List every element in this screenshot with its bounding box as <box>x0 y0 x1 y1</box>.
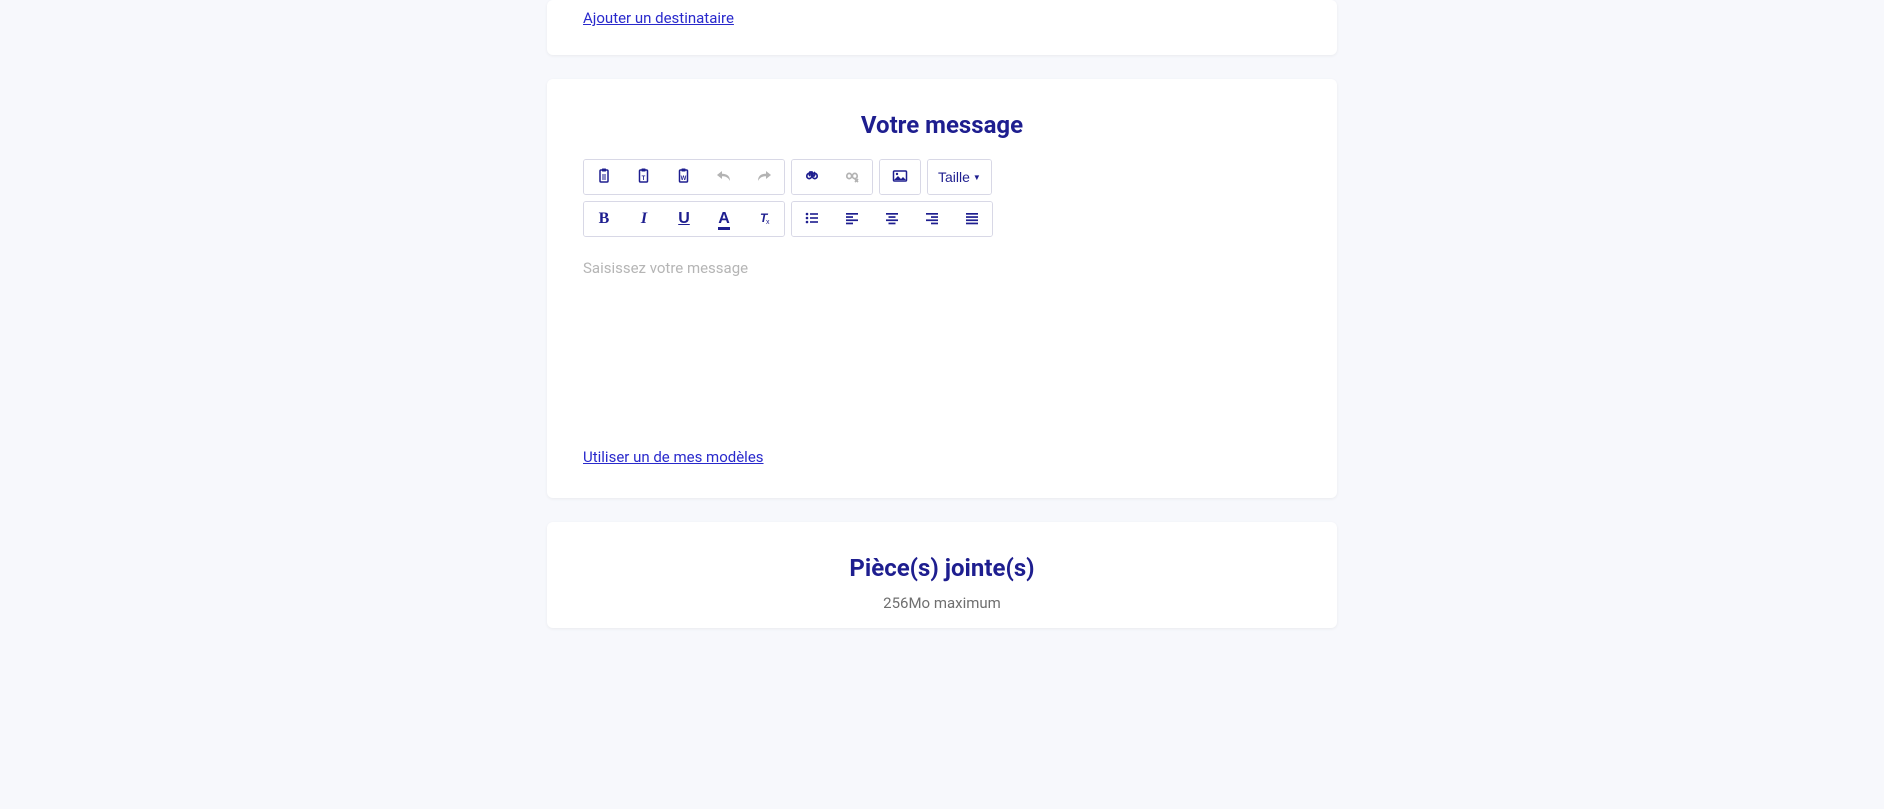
image-icon <box>892 168 908 187</box>
align-center-icon <box>884 210 900 229</box>
chevron-down-icon: ▼ <box>973 173 981 182</box>
message-heading: Votre message <box>583 111 1301 139</box>
align-justify-button[interactable] <box>952 202 992 236</box>
editor-toolbar: T W <box>583 159 1301 237</box>
message-card: Votre message T <box>547 79 1337 498</box>
bold-icon: B <box>599 210 610 228</box>
toolbar-group-size: Taille ▼ <box>927 159 992 195</box>
link-button[interactable] <box>792 160 832 194</box>
align-left-button[interactable] <box>832 202 872 236</box>
toolbar-group-image <box>879 159 921 195</box>
font-size-dropdown[interactable]: Taille ▼ <box>928 160 991 194</box>
add-recipient-link[interactable]: Ajouter un destinataire <box>583 9 734 27</box>
undo-icon <box>716 168 732 187</box>
italic-icon: I <box>641 210 647 228</box>
clipboard-icon <box>596 168 612 187</box>
list-bullet-icon <box>804 210 820 229</box>
toolbar-row-1: T W <box>583 159 1301 195</box>
paste-button[interactable] <box>584 160 624 194</box>
bold-button[interactable]: B <box>584 202 624 236</box>
text-color-button[interactable]: A <box>704 202 744 236</box>
svg-text:x: x <box>766 219 770 226</box>
paste-word-button[interactable]: W <box>664 160 704 194</box>
toolbar-row-2: B I U A Tx <box>583 201 1301 237</box>
italic-button[interactable]: I <box>624 202 664 236</box>
align-justify-icon <box>964 210 980 229</box>
redo-button[interactable] <box>744 160 784 194</box>
remove-format-icon: Tx <box>756 210 772 229</box>
use-template-link[interactable]: Utiliser un de mes modèles <box>583 448 764 466</box>
message-editor[interactable]: Saisissez votre message <box>583 257 1301 447</box>
undo-button[interactable] <box>704 160 744 194</box>
svg-text:W: W <box>681 176 687 182</box>
paste-text-button[interactable]: T <box>624 160 664 194</box>
redo-icon <box>756 168 772 187</box>
remove-format-button[interactable]: Tx <box>744 202 784 236</box>
toolbar-group-links <box>791 159 873 195</box>
attachments-card: Pièce(s) jointe(s) 256Mo maximum <box>547 522 1337 628</box>
recipients-card: Ajouter un destinataire <box>547 0 1337 55</box>
align-left-icon <box>844 210 860 229</box>
unlink-button[interactable] <box>832 160 872 194</box>
align-center-button[interactable] <box>872 202 912 236</box>
font-size-label: Taille <box>938 169 970 185</box>
align-right-button[interactable] <box>912 202 952 236</box>
toolbar-group-align <box>791 201 993 237</box>
unlink-icon <box>844 168 860 187</box>
svg-text:T: T <box>642 176 646 182</box>
toolbar-group-clipboard: T W <box>583 159 785 195</box>
bullet-list-button[interactable] <box>792 202 832 236</box>
attachments-limit: 256Mo maximum <box>583 594 1301 612</box>
link-icon <box>804 168 820 187</box>
clipboard-word-icon: W <box>676 168 692 187</box>
underline-button[interactable]: U <box>664 202 704 236</box>
clipboard-text-icon: T <box>636 168 652 187</box>
text-color-icon: A <box>718 210 730 228</box>
attachments-heading: Pièce(s) jointe(s) <box>583 554 1301 582</box>
align-right-icon <box>924 210 940 229</box>
underline-icon: U <box>678 210 690 228</box>
toolbar-group-format: B I U A Tx <box>583 201 785 237</box>
image-button[interactable] <box>880 160 920 194</box>
